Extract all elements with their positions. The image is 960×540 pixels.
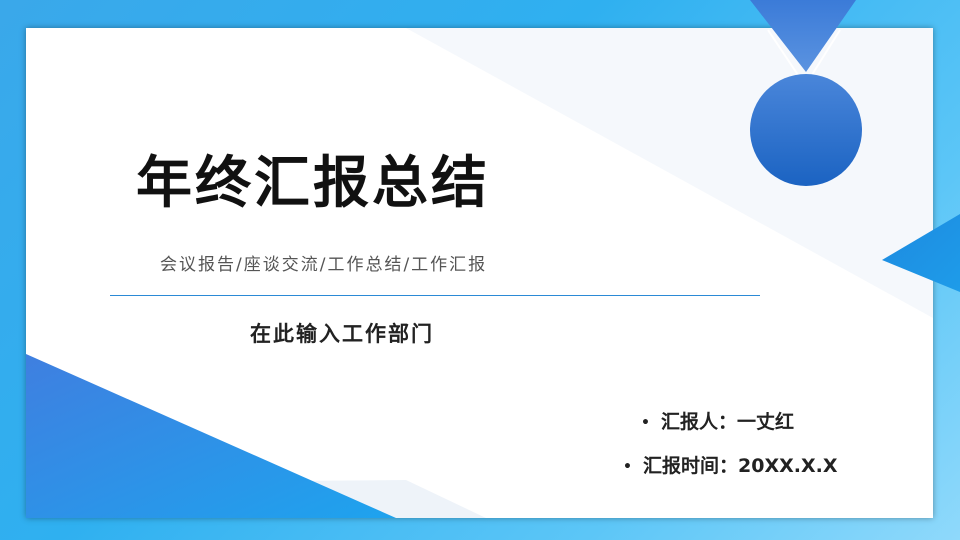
reporter-text: 汇报人：一丈红: [661, 411, 795, 433]
medal-icon: [750, 0, 862, 186]
bullet-icon: •: [623, 458, 632, 475]
reporter-row: • 汇报人：一丈红: [641, 407, 794, 434]
bullet-icon: •: [641, 414, 650, 431]
time-row: • 汇报时间：20XX.X.X: [623, 451, 837, 478]
slide-title: 年终汇报总结: [136, 151, 490, 216]
time-text: 汇报时间：20XX.X.X: [643, 455, 838, 477]
corner-triangle-icon: [882, 214, 960, 292]
department-text: 在此输入工作部门: [250, 322, 434, 346]
slide-subtitle: 会议报告/座谈交流/工作总结/工作汇报: [160, 255, 488, 275]
divider-line: [110, 295, 760, 296]
